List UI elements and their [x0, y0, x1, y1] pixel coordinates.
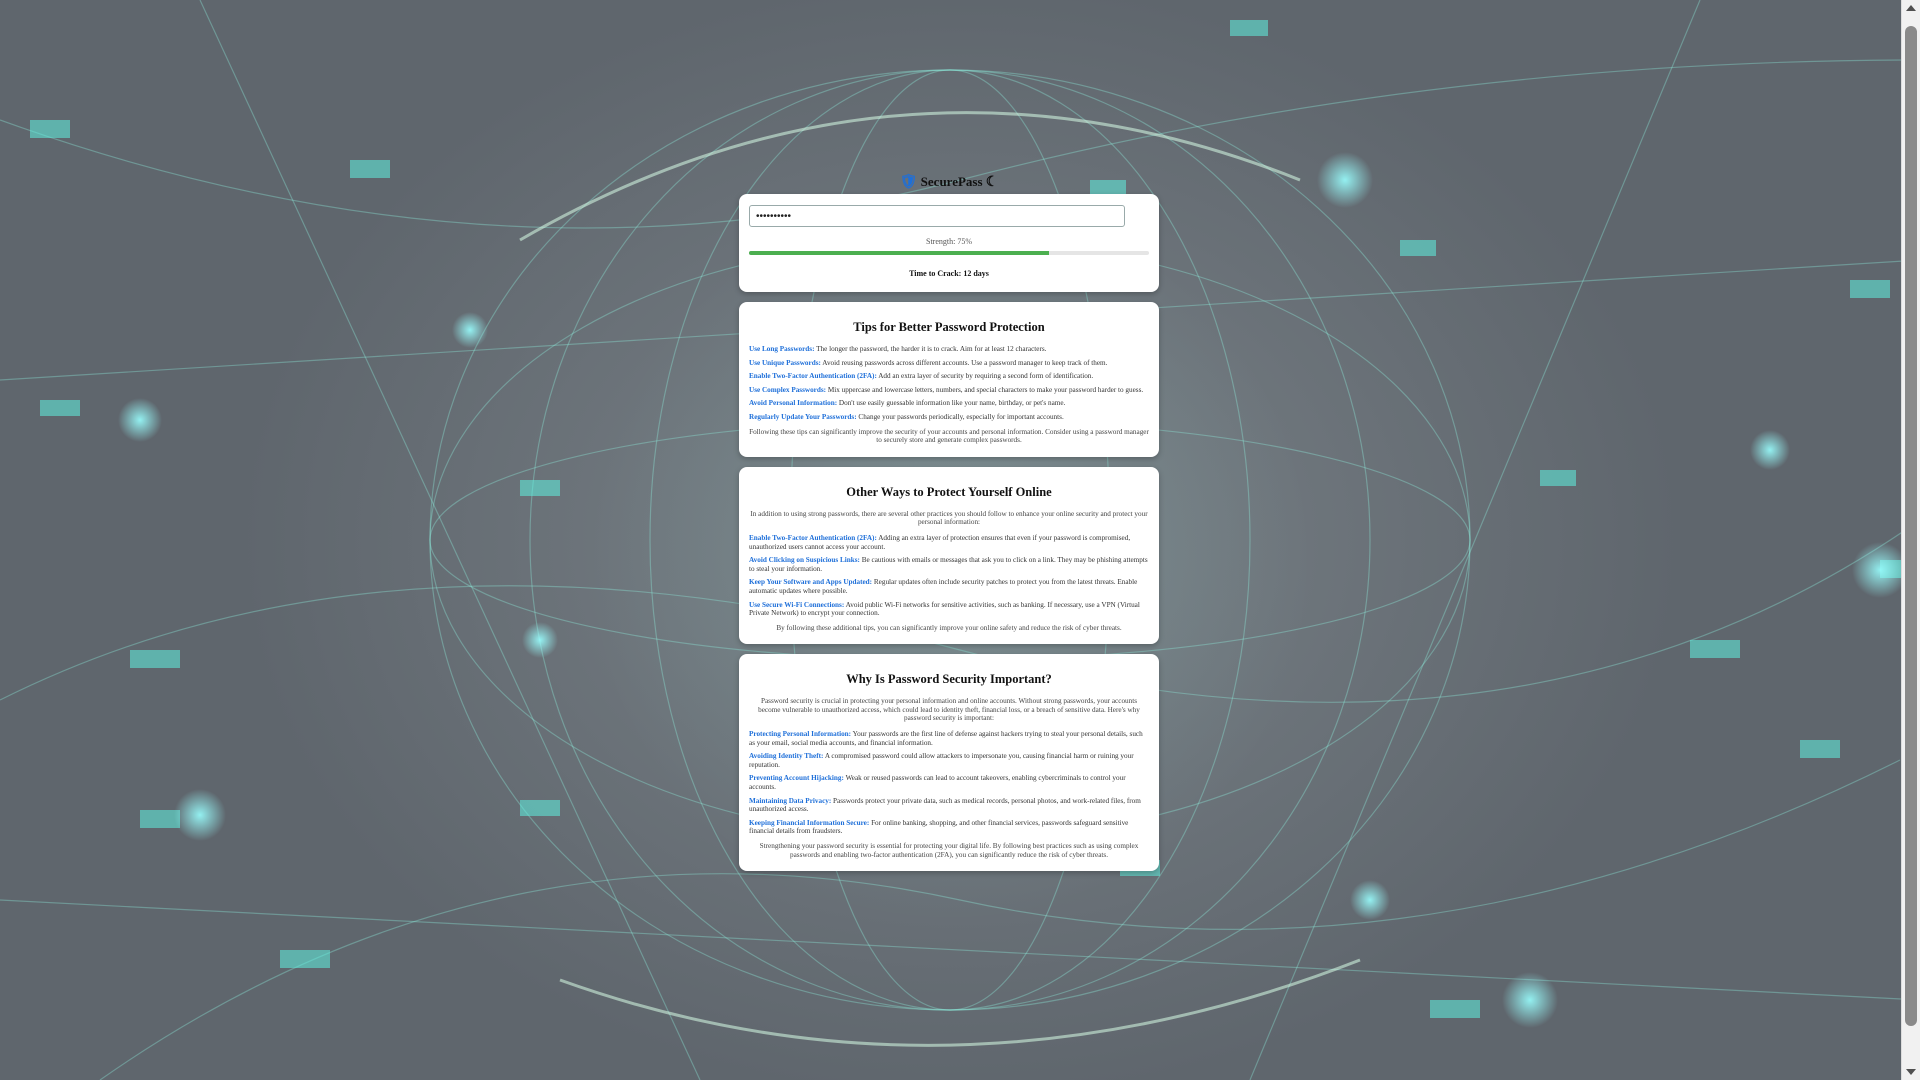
tip-item: Regularly Update Your Passwords: Change … [749, 413, 1149, 422]
why-item-label: Maintaining Data Privacy: [749, 796, 832, 805]
other-way-item-label: Enable Two-Factor Authentication (2FA): [749, 533, 877, 542]
tip-item: Enable Two-Factor Authentication (2FA): … [749, 372, 1149, 381]
other-way-item-label: Keep Your Software and Apps Updated: [749, 578, 873, 587]
why-item-label: Preventing Account Hijacking: [749, 774, 844, 783]
strength-label: Strength: 75% [926, 237, 972, 246]
scroll-up-arrow-icon[interactable] [1906, 5, 1916, 11]
tip-item-label: Use Complex Passwords: [749, 385, 827, 394]
other-ways-card: Other Ways to Protect Yourself Online In… [739, 466, 1159, 645]
why-item: Avoiding Identity Theft: A compromised p… [749, 752, 1149, 769]
why-list: Protecting Personal Information: Your pa… [749, 730, 1149, 836]
strength-bar-fill [749, 251, 1049, 255]
tips-note: Following these tips can significantly i… [749, 427, 1149, 445]
app-title: SecurePass [920, 174, 983, 189]
dark-mode-toggle-icon[interactable]: ☾ [986, 171, 999, 195]
tip-item: Use Complex Passwords: Mix uppercase and… [749, 386, 1149, 395]
shield-icon: 🛡 [899, 175, 918, 190]
tips-list: Use Long Passwords: The longer the passw… [749, 345, 1149, 422]
other-ways-list: Enable Two-Factor Authentication (2FA): … [749, 534, 1149, 618]
other-way-item-label: Use Secure Wi-Fi Connections: [749, 600, 845, 609]
why-item-label: Protecting Personal Information: [749, 730, 852, 739]
why-item-label: Keeping Financial Information Secure: [749, 818, 870, 827]
tip-item-text: Change your passwords periodically, espe… [856, 412, 1064, 421]
tips-title: Tips for Better Password Protection [853, 320, 1045, 334]
tips-card: Tips for Better Password Protection Use … [739, 302, 1159, 457]
why-item: Preventing Account Hijacking: Weak or re… [749, 774, 1149, 791]
other-ways-intro: In addition to using strong passwords, t… [750, 509, 1148, 527]
why-item: Keeping Financial Information Secure: Fo… [749, 819, 1149, 836]
why-item: Protecting Personal Information: Your pa… [749, 730, 1149, 747]
tip-item-text: Don't use easily guessable information l… [837, 399, 1066, 408]
tip-item: Use Unique Passwords: Avoid reusing pass… [749, 359, 1149, 368]
other-way-item: Enable Two-Factor Authentication (2FA): … [749, 534, 1149, 551]
tip-item-label: Use Long Passwords: [749, 345, 815, 353]
app-header: 🛡 SecurePass ☾ [739, 170, 1159, 194]
other-ways-title: Other Ways to Protect Yourself Online [846, 484, 1052, 499]
why-title: Why Is Password Security Important? [846, 672, 1052, 687]
strength-bar [749, 251, 1149, 255]
tip-item-text: Mix uppercase and lowercase letters, num… [826, 385, 1144, 394]
scrollbar-thumb[interactable] [1905, 26, 1917, 1026]
vertical-scrollbar[interactable] [1901, 0, 1920, 1080]
other-ways-note: By following these additional tips, you … [776, 623, 1122, 632]
tip-item-label: Regularly Update Your Passwords: [749, 412, 857, 421]
other-way-item: Use Secure Wi-Fi Connections: Avoid publ… [749, 601, 1149, 618]
tip-item-text: Avoid reusing passwords across different… [820, 358, 1108, 367]
tip-item: Avoid Personal Information: Don't use ea… [749, 399, 1149, 408]
other-way-item: Keep Your Software and Apps Updated: Reg… [749, 578, 1149, 595]
tip-item-label: Enable Two-Factor Authentication (2FA): [749, 372, 877, 381]
why-item-label: Avoiding Identity Theft: [749, 752, 824, 761]
tip-item-label: Use Unique Passwords: [749, 358, 821, 367]
why-note: Strengthening your password security is … [759, 842, 1139, 859]
why-important-card: Why Is Password Security Important? Pass… [739, 654, 1159, 872]
other-way-item-label: Avoid Clicking on Suspicious Links: [749, 556, 860, 565]
tip-item: Use Long Passwords: The longer the passw… [749, 345, 1149, 354]
tip-item-text: The longer the password, the harder it i… [814, 345, 1047, 353]
password-input[interactable] [749, 205, 1125, 227]
tip-item-text: Add an extra layer of security by requir… [876, 372, 1094, 381]
password-checker-card: Strength: 75% Time to Crack: 12 days [739, 194, 1159, 292]
time-to-crack: Time to Crack: 12 days [909, 269, 989, 278]
scroll-down-arrow-icon[interactable] [1906, 1069, 1916, 1075]
main-container: 🛡 SecurePass ☾ Strength: 75% Time to Cra… [739, 170, 1159, 881]
why-intro: Password security is crucial in protecti… [758, 697, 1140, 723]
other-way-item: Avoid Clicking on Suspicious Links: Be c… [749, 556, 1149, 573]
tip-item-label: Avoid Personal Information: [749, 399, 838, 408]
why-item: Maintaining Data Privacy: Passwords prot… [749, 797, 1149, 814]
